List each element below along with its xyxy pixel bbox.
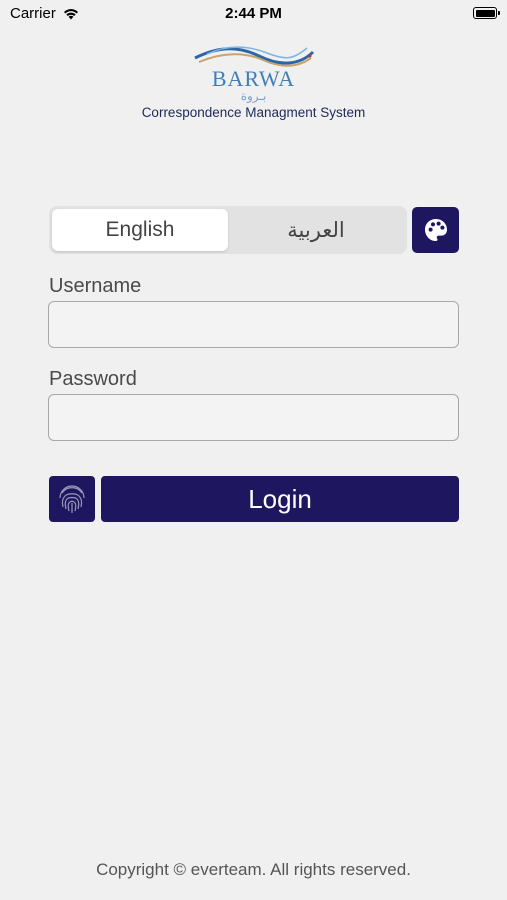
status-bar: Carrier 2:44 PM [0,0,507,28]
battery-icon [473,7,500,19]
theme-button[interactable] [412,207,459,253]
palette-icon [424,219,447,241]
battery-level [475,9,495,17]
app-logo: BARWA بـروة Correspondence Managment Sys… [0,44,507,120]
username-input[interactable] [48,301,459,348]
biometric-login-button[interactable] [49,476,95,522]
app-subtitle: Correspondence Managment System [141,105,366,120]
username-label: Username [49,275,142,297]
language-option-arabic[interactable]: العربية [228,209,404,251]
logo-arabic-text: بـروة [240,89,267,103]
fingerprint-icon [59,485,85,513]
copyright-text: Copyright © everteam. All rights reserve… [96,860,411,879]
language-segmented-control: English العربية [49,206,407,254]
login-button[interactable]: Login [101,476,459,522]
language-option-english[interactable]: English [52,209,228,251]
password-input[interactable] [48,394,459,441]
password-label: Password [49,368,137,390]
status-time: 2:44 PM [225,5,282,22]
